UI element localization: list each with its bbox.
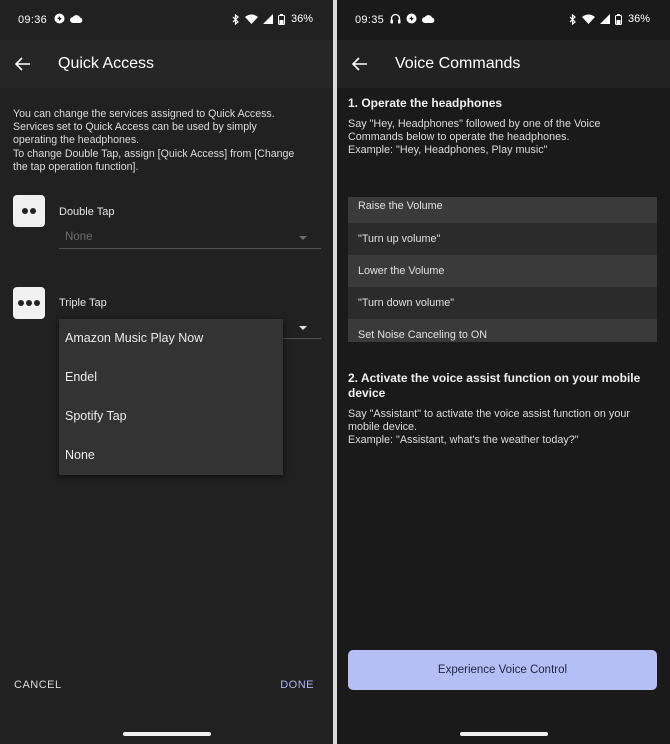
- description-line: the tap operation function].: [13, 160, 139, 173]
- done-button[interactable]: DONE: [280, 679, 314, 691]
- signal-icon: [599, 14, 610, 24]
- battery-icon: [614, 13, 622, 25]
- status-left-icons: [54, 13, 83, 24]
- dot: [18, 300, 24, 306]
- double-tap-select[interactable]: None: [59, 228, 321, 249]
- status-time: 09:35: [355, 14, 385, 26]
- description-line: Example: "Assistant, what's the weather …: [348, 434, 579, 446]
- command-phrase: "Turn up volume": [348, 223, 657, 255]
- chevron-down-icon: [299, 326, 307, 330]
- dot: [22, 208, 28, 214]
- bluetooth-icon: [569, 13, 576, 25]
- command-heading: Set Noise Canceling to ON: [348, 319, 657, 342]
- status-left-icons: [390, 13, 435, 24]
- description-line: Services set to Quick Access can be used…: [13, 121, 257, 134]
- cancel-button[interactable]: CANCEL: [14, 679, 62, 691]
- bluetooth-icon: [232, 13, 239, 25]
- signal-icon: [262, 14, 273, 24]
- quick-access-screen: 09:36 36% Quick Access You can change th…: [0, 0, 333, 744]
- dot: [30, 208, 36, 214]
- battery-percent: 36%: [627, 13, 650, 25]
- status-time: 09:36: [18, 14, 48, 26]
- description-line: operating the headphones.: [13, 134, 140, 147]
- status-right-icons: 36%: [569, 13, 650, 25]
- page-title: Voice Commands: [395, 55, 521, 72]
- experience-voice-control-button[interactable]: Experience Voice Control: [348, 650, 657, 690]
- section-operate-title: 1. Operate the headphones: [348, 96, 503, 110]
- command-phrase: "Turn down volume": [348, 287, 657, 319]
- double-tap-icon: [13, 195, 45, 227]
- page-title: Quick Access: [58, 55, 155, 72]
- triple-tap-dropdown-menu: Amazon Music Play Now Endel Spotify Tap …: [59, 319, 283, 475]
- app-bar: Quick Access: [0, 40, 333, 88]
- back-arrow-icon[interactable]: [14, 55, 32, 73]
- command-heading: Raise the Volume: [348, 197, 657, 223]
- voice-command-list[interactable]: Raise the Volume "Turn up volume" Lower …: [348, 197, 657, 342]
- quick-access-description: You can change the services assigned to …: [13, 108, 323, 174]
- cloud-icon: [70, 15, 83, 23]
- wifi-icon: [244, 14, 258, 24]
- command-heading: Lower the Volume: [348, 255, 657, 287]
- app-notification-icon: [54, 13, 65, 24]
- battery-percent: 36%: [290, 13, 313, 25]
- chevron-down-icon: [299, 236, 307, 240]
- status-bar: 09:36 36%: [0, 0, 333, 40]
- dropdown-option-spotify-tap[interactable]: Spotify Tap: [59, 397, 283, 436]
- section-assist-title: 2. Activate the voice assist function on…: [348, 371, 641, 400]
- dot: [34, 300, 40, 306]
- dropdown-option-endel[interactable]: Endel: [59, 358, 283, 397]
- section-assist-description: Say "Assistant" to activate the voice as…: [348, 408, 658, 447]
- battery-icon: [277, 13, 285, 25]
- status-bar: 09:35 36%: [337, 0, 670, 40]
- dot: [26, 300, 32, 306]
- back-arrow-icon[interactable]: [351, 55, 369, 73]
- home-indicator[interactable]: [122, 732, 211, 736]
- app-notification-icon: [406, 13, 417, 24]
- wifi-icon: [581, 14, 595, 24]
- double-tap-label: Double Tap: [59, 206, 115, 218]
- double-tap-value: None: [65, 231, 93, 243]
- voice-commands-screen: 09:35 36% Voice Commands 1. Operate the …: [337, 0, 670, 744]
- headphones-icon: [390, 13, 401, 24]
- triple-tap-icon: [13, 287, 45, 319]
- triple-tap-label: Triple Tap: [59, 297, 107, 309]
- description-line: Say "Assistant" to activate the voice as…: [348, 408, 630, 420]
- dropdown-option-amazon-music[interactable]: Amazon Music Play Now: [59, 319, 283, 358]
- description-line: Say "Hey, Headphones" followed by one of…: [348, 118, 601, 130]
- description-line: To change Double Tap, assign [Quick Acce…: [13, 147, 295, 160]
- status-right-icons: 36%: [232, 13, 313, 25]
- home-indicator[interactable]: [459, 732, 548, 736]
- description-line: Example: "Hey, Headphones, Play music": [348, 144, 548, 156]
- section-operate-description: Say "Hey, Headphones" followed by one of…: [348, 118, 658, 157]
- description-line: You can change the services assigned to …: [13, 108, 275, 120]
- description-line: Commands below to operate the headphones…: [348, 131, 570, 143]
- cloud-icon: [422, 15, 435, 23]
- dropdown-option-none[interactable]: None: [59, 436, 283, 475]
- app-bar: Voice Commands: [337, 40, 670, 88]
- description-line: mobile device.: [348, 421, 418, 433]
